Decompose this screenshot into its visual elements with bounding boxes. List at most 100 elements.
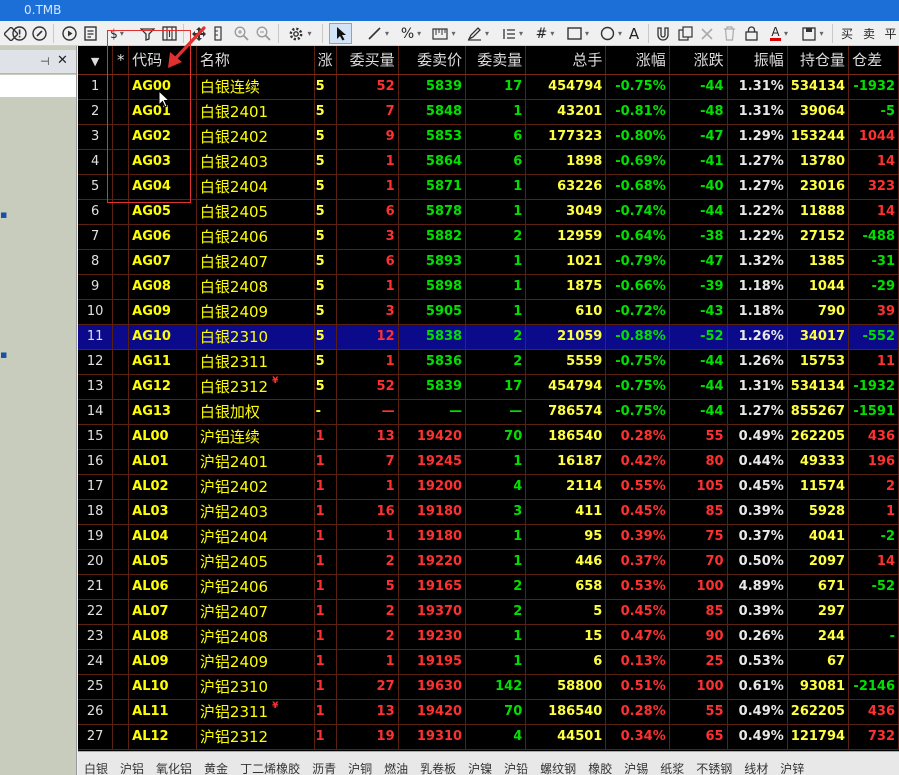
header-ask-price[interactable]: 委卖价 (398, 46, 467, 75)
amplitude: 4.89% (727, 574, 788, 600)
category-tab[interactable]: 橡胶 (582, 752, 618, 775)
pin-icon[interactable]: ⊣ (40, 55, 50, 68)
sell-button[interactable]: 卖 (860, 25, 878, 42)
category-tab[interactable]: 燃油 (378, 752, 414, 775)
hash-icon[interactable]: # ▾ (530, 25, 560, 42)
table-row[interactable]: 7 AG06 白银2406 5 3 5882 2 12959 -0.64% -38 1.22% 271… (78, 224, 899, 250)
table-row[interactable]: 20 AL05 沪铝2405 1 2 19220 1 446 0.37% 70 0.50% 2097 1… (78, 549, 899, 575)
close-position-button[interactable]: 平 (882, 25, 899, 42)
table-row[interactable]: 19 AL04 沪铝2404 1 1 19180 1 95 0.39% 75 0.37% 4041 -2 (78, 524, 899, 550)
row-partial: 5 (314, 74, 337, 100)
line-icon[interactable]: ▾ (362, 25, 394, 42)
header-ask-volume[interactable]: 委卖量 (465, 46, 527, 75)
contract-code: AL02 (128, 474, 197, 500)
table-row[interactable]: 6 AG05 白银2405 5 6 5878 1 3049 -0.74% -44 1.22% 1188… (78, 199, 899, 225)
header-code[interactable]: 代码 (128, 46, 197, 75)
table-row[interactable]: 5 AG04 白银2404 5 1 5871 1 63226 -0.68% -40 1.27% 230… (78, 174, 899, 200)
category-tab[interactable]: 黄金 (198, 752, 234, 775)
text-tool-a[interactable]: A (626, 25, 642, 43)
buy-button[interactable]: 买 (838, 25, 856, 42)
header-total-volume[interactable]: 总手 (525, 46, 607, 75)
list-icon[interactable]: ▾ (496, 25, 528, 42)
lock-icon[interactable] (742, 25, 760, 42)
category-tab[interactable]: 白银 (78, 752, 114, 775)
panel-close-icon[interactable]: ✕ (57, 53, 68, 68)
circle-icon[interactable]: ▾ (596, 25, 626, 42)
left-panel-row[interactable] (0, 75, 76, 97)
table-row[interactable]: 27 AL12 沪铝2312 1 19 19310 4 44501 0.34% 65 0.49% 12… (78, 724, 899, 750)
table-row[interactable]: 24 AL09 沪铝2409 1 1 19195 1 6 0.13% 25 0.53% 67 (78, 649, 899, 675)
settings-icon[interactable]: ▾ (284, 25, 316, 42)
copy-icon[interactable] (676, 25, 694, 42)
magnet-icon[interactable] (654, 25, 672, 42)
percent-icon[interactable]: % ▾ (396, 25, 426, 42)
table-row[interactable]: 8 AG07 白银2407 5 6 5893 1 1021 -0.79% -47 1.32% 1385… (78, 249, 899, 275)
dollar-icon[interactable]: $ ▾ (106, 25, 128, 42)
table-row[interactable]: 14 AG13 白银加权 - — — —786574 -0.75% -44 1.27% 855267… (78, 399, 899, 425)
table-row[interactable]: 16 AL01 沪铝2401 1 7 19245 1 16187 0.42% 80 0.44% 493… (78, 449, 899, 475)
row-index: 17 (78, 474, 114, 500)
table-row[interactable]: 11 AG10 白银2310 5 12 5838 2 21059 -0.88% -52 1.26% 3… (78, 324, 899, 350)
ruler-icon[interactable]: ▾ (428, 25, 460, 42)
header-amplitude[interactable]: 振幅 (727, 46, 788, 75)
table-row[interactable]: 2 AG01 白银2401 5 7 5848 1 43201 -0.81% -48 1.31% 390… (78, 99, 899, 125)
category-tab[interactable]: 乳卷板 (414, 752, 462, 775)
zoom-in-icon[interactable] (232, 25, 250, 42)
header-change-pct[interactable]: 涨幅 (605, 46, 670, 75)
table-row[interactable]: 10 AG09 白银2409 5 3 5905 1 610 -0.72% -43 1.18% 790 3… (78, 299, 899, 325)
pointer-icon[interactable] (329, 23, 352, 44)
font-color-icon[interactable]: A ▾ (764, 25, 794, 42)
table-row[interactable]: 17 AL02 沪铝2402 1 1 19200 4 2114 0.55% 105 0.45% 115… (78, 474, 899, 500)
header-name[interactable]: 名称 (196, 46, 315, 75)
rect-icon[interactable]: ▾ (562, 25, 594, 42)
table-row[interactable]: 12 AG11 白银2311 5 1 5836 2 5559 -0.75% -44 1.26% 157… (78, 349, 899, 375)
category-tab[interactable]: 丁二烯橡胶 (234, 752, 306, 775)
category-tab[interactable]: 沪锡 (618, 752, 654, 775)
filter-icon[interactable] (138, 25, 156, 42)
pen-icon[interactable]: ▾ (462, 25, 494, 42)
header-star[interactable]: * (112, 46, 130, 75)
table-row[interactable]: 18 AL03 沪铝2403 1 16 19180 3 411 0.45% 85 0.39% 5928… (78, 499, 899, 525)
table-row[interactable]: 21 AL06 沪铝2406 1 5 19165 2 658 0.53% 100 4.89% 671-… (78, 574, 899, 600)
category-tab[interactable]: 螺纹钢 (534, 752, 582, 775)
category-tab[interactable]: 沪铝 (114, 752, 150, 775)
table-row[interactable]: 23 AL08 沪铝2408 1 2 19230 1 15 0.47% 90 0.26% 244- (78, 624, 899, 650)
category-tab[interactable]: 沥青 (306, 752, 342, 775)
table-row[interactable]: 13 AG12 白银2312 ¥5 52 5839 17 454794 -0.75% -44 1.3… (78, 374, 899, 400)
table-row[interactable]: 15 AL00 沪铝连续 1 13 19420 70 186540 0.28% 55 0.49% 26… (78, 424, 899, 450)
table-row[interactable]: 9 AG08 白银2408 5 1 5898 1 1875 -0.66% -39 1.18% 1044… (78, 274, 899, 300)
edit-icon[interactable] (30, 25, 48, 42)
table-row[interactable]: 1 AG00 白银连续 5 52 5839 17 454794 -0.75% -44 1.31% 53… (78, 74, 899, 100)
header-bid-volume[interactable]: 委买量 (336, 46, 399, 75)
ruler-vertical-icon[interactable] (212, 25, 224, 42)
row-partial: 5 (314, 324, 337, 350)
header-oi-diff[interactable]: 仓差 (848, 46, 899, 75)
doc-icon[interactable] (82, 25, 100, 42)
category-tab[interactable]: 线材 (738, 752, 774, 775)
table-row[interactable]: 3 AG02 白银2402 5 9 5853 6 177323 -0.80% -47 1.29% 15… (78, 124, 899, 150)
save-icon[interactable]: ▾ (798, 25, 828, 42)
trash-icon[interactable] (720, 25, 738, 42)
table-row[interactable]: 25 AL10 沪铝2310 1 27 19630 142 58800 0.51% 100 0.61… (78, 674, 899, 700)
header-open-interest[interactable]: 持仓量 (787, 46, 850, 75)
category-tab[interactable]: 沪铅 (498, 752, 534, 775)
category-tab[interactable]: 不锈钢 (690, 752, 738, 775)
close-icon[interactable] (698, 25, 716, 42)
table-row[interactable]: 4 AG03 白银2403 5 1 5864 6 1898 -0.69% -41 1.27% 1378… (78, 149, 899, 175)
grid-icon[interactable] (160, 25, 178, 42)
oi-diff: -5 (848, 99, 899, 125)
header-change[interactable]: 涨跌 (669, 46, 728, 75)
category-tab[interactable]: 沪镍 (462, 752, 498, 775)
category-tab[interactable]: 纸浆 (654, 752, 690, 775)
sort-menu-button[interactable]: ▼ (78, 46, 114, 75)
category-tab[interactable]: 沪锌 (774, 752, 810, 775)
category-tab[interactable]: 氧化铝 (150, 752, 198, 775)
play-icon[interactable] (60, 25, 78, 42)
table-row[interactable]: 26 AL11 沪铝2311 ¥1 13 19420 70 186540 0.28% 55 0.49… (78, 699, 899, 725)
header-partial[interactable]: 涨 (314, 46, 337, 75)
table-row[interactable]: 22 AL07 沪铝2407 1 2 19370 2 5 0.45% 85 0.39% 297 (78, 599, 899, 625)
zoom-out-icon[interactable] (254, 25, 272, 42)
alert-icon[interactable] (10, 25, 28, 42)
category-tab[interactable]: 沪铜 (342, 752, 378, 775)
move-icon[interactable] (190, 25, 208, 42)
